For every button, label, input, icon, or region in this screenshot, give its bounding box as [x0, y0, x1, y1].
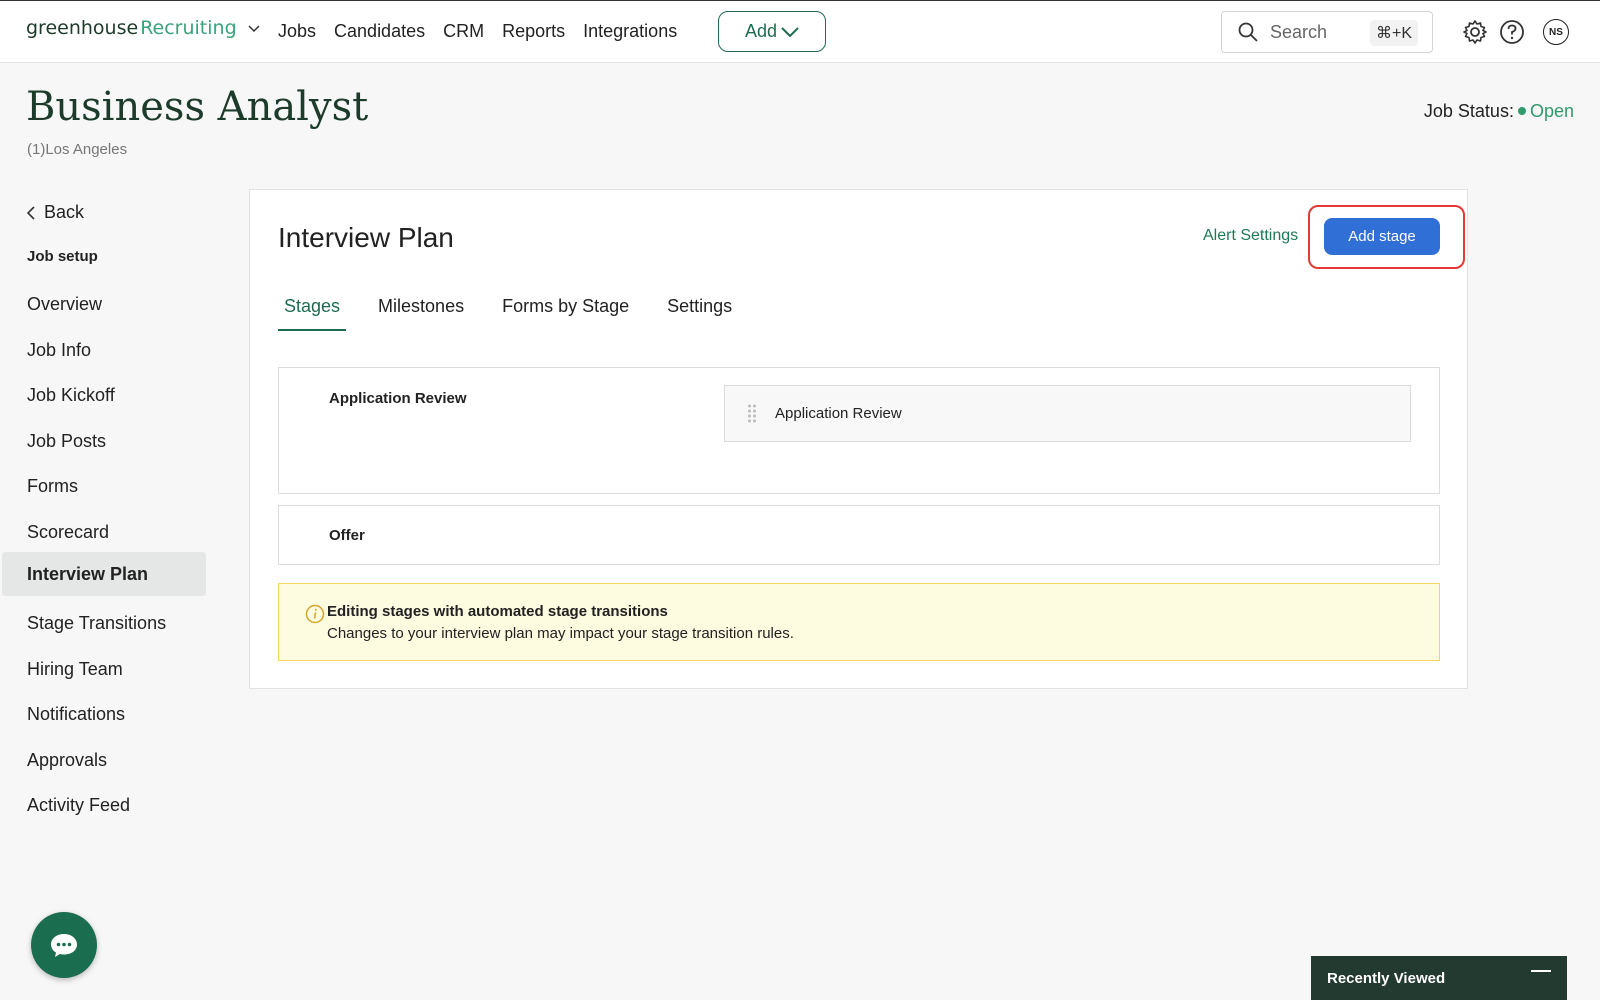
sidebar-item-stage-transitions[interactable]: Stage Transitions	[2, 601, 206, 645]
main-nav: Jobs Candidates CRM Reports Integrations	[278, 21, 677, 42]
sidebar-item-overview[interactable]: Overview	[2, 282, 206, 326]
add-stage-button[interactable]: Add stage	[1324, 218, 1440, 255]
recently-viewed-label: Recently Viewed	[1327, 970, 1446, 987]
user-avatar[interactable]: NS	[1543, 19, 1569, 45]
job-location: (1)Los Angeles	[27, 141, 128, 158]
job-status-label: Job Status:	[1423, 101, 1514, 121]
sidebar-section-heading: Job setup	[27, 248, 98, 265]
nav-jobs[interactable]: Jobs	[278, 21, 316, 42]
search-icon	[1238, 22, 1258, 42]
banner-body: Changes to your interview plan may impac…	[327, 625, 794, 642]
stage-name: Application Review	[329, 390, 467, 407]
sidebar-item-scorecard[interactable]: Scorecard	[2, 510, 206, 554]
sidebar-item-notifications[interactable]: Notifications	[2, 692, 206, 736]
back-link[interactable]: Back	[26, 202, 84, 223]
help-icon[interactable]	[1499, 19, 1525, 45]
nav-reports[interactable]: Reports	[502, 21, 565, 42]
chevron-down-icon	[781, 26, 799, 37]
top-navigation: greenhouse Recruiting Jobs Candidates CR…	[0, 0, 1600, 63]
sidebar-item-interview-plan[interactable]: Interview Plan	[2, 552, 206, 596]
app-logo[interactable]: greenhouse Recruiting	[26, 17, 261, 39]
banner-title: Editing stages with automated stage tran…	[327, 603, 668, 620]
search-input[interactable]: Search ⌘+K	[1221, 11, 1433, 53]
page-title: Business Analyst	[26, 84, 369, 130]
nav-integrations[interactable]: Integrations	[583, 21, 677, 42]
nav-candidates[interactable]: Candidates	[334, 21, 425, 42]
status-dot-icon	[1517, 107, 1526, 116]
chat-bubble-icon	[51, 934, 77, 957]
logo-product: Recruiting	[140, 17, 237, 39]
sub-stage-label: Application Review	[775, 405, 902, 422]
minimize-icon[interactable]	[1531, 970, 1551, 972]
tab-milestones[interactable]: Milestones	[372, 286, 470, 331]
nav-crm[interactable]: CRM	[443, 21, 484, 42]
sidebar-item-job-posts[interactable]: Job Posts	[2, 419, 206, 463]
add-button[interactable]: Add	[718, 11, 826, 52]
sidebar-item-forms[interactable]: Forms	[2, 464, 206, 508]
stage-row[interactable]: Application Review Application Review	[278, 367, 1440, 494]
sidebar-item-job-kickoff[interactable]: Job Kickoff	[2, 373, 206, 417]
recently-viewed-panel[interactable]: Recently Viewed	[1311, 956, 1567, 1000]
chevron-left-icon	[26, 205, 35, 220]
drag-handle-icon[interactable]	[747, 403, 757, 425]
info-banner: Editing stages with automated stage tran…	[278, 583, 1440, 661]
sub-stage-item[interactable]: Application Review	[724, 385, 1411, 442]
sidebar-item-job-info[interactable]: Job Info	[2, 328, 206, 372]
stage-row[interactable]: Offer	[278, 505, 1440, 565]
chat-button[interactable]	[31, 912, 97, 978]
search-shortcut: ⌘+K	[1369, 20, 1418, 46]
sidebar-item-activity-feed[interactable]: Activity Feed	[2, 783, 206, 827]
job-status-value: Open	[1529, 101, 1574, 121]
section-title: Interview Plan	[278, 222, 454, 253]
info-icon	[305, 604, 325, 624]
chevron-down-icon[interactable]	[247, 21, 261, 35]
tab-settings[interactable]: Settings	[661, 286, 738, 331]
stage-name: Offer	[329, 527, 365, 544]
gear-icon[interactable]	[1462, 19, 1488, 45]
search-placeholder: Search	[1270, 21, 1328, 42]
tab-forms-by-stage[interactable]: Forms by Stage	[496, 286, 635, 331]
job-status: Job Status: Open	[1424, 101, 1574, 122]
back-label: Back	[44, 202, 85, 222]
tab-bar: Stages Milestones Forms by Stage Setting…	[278, 286, 764, 331]
sidebar-item-approvals[interactable]: Approvals	[2, 738, 206, 782]
sidebar-item-hiring-team[interactable]: Hiring Team	[2, 647, 206, 691]
add-button-label: Add	[744, 21, 778, 41]
interview-plan-card: Interview Plan Alert Settings Add stage …	[249, 189, 1468, 689]
alert-settings-link[interactable]: Alert Settings	[1203, 227, 1298, 245]
logo-brand: greenhouse	[26, 17, 139, 39]
tab-stages[interactable]: Stages	[278, 286, 347, 331]
